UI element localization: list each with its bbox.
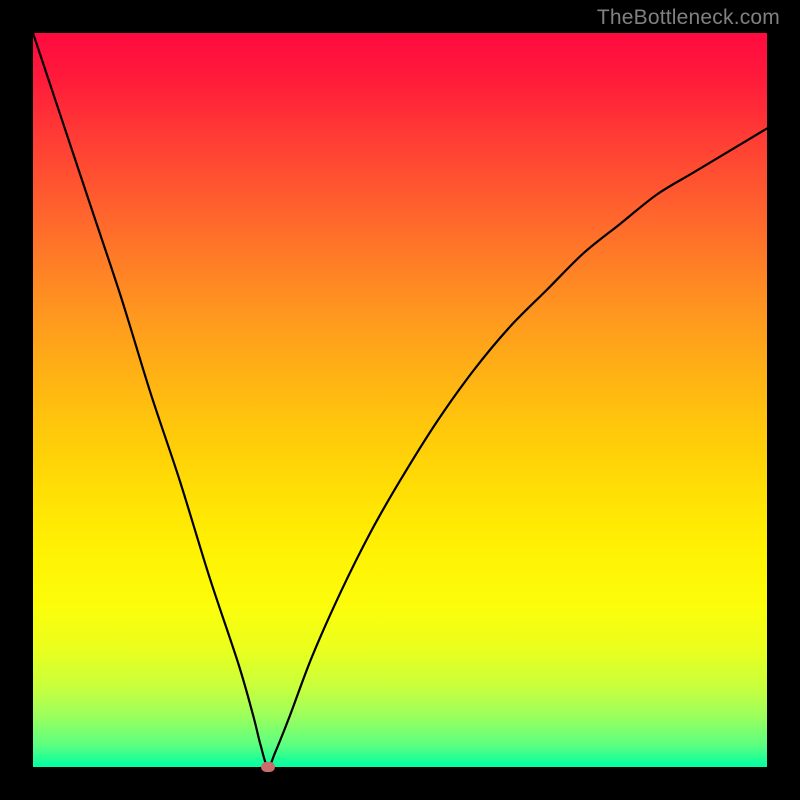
bottleneck-curve [33, 33, 767, 767]
minimum-marker [261, 762, 275, 772]
chart-container: TheBottleneck.com [0, 0, 800, 800]
curve-svg [33, 33, 767, 767]
watermark-text: TheBottleneck.com [597, 6, 780, 30]
plot-area [33, 33, 767, 767]
